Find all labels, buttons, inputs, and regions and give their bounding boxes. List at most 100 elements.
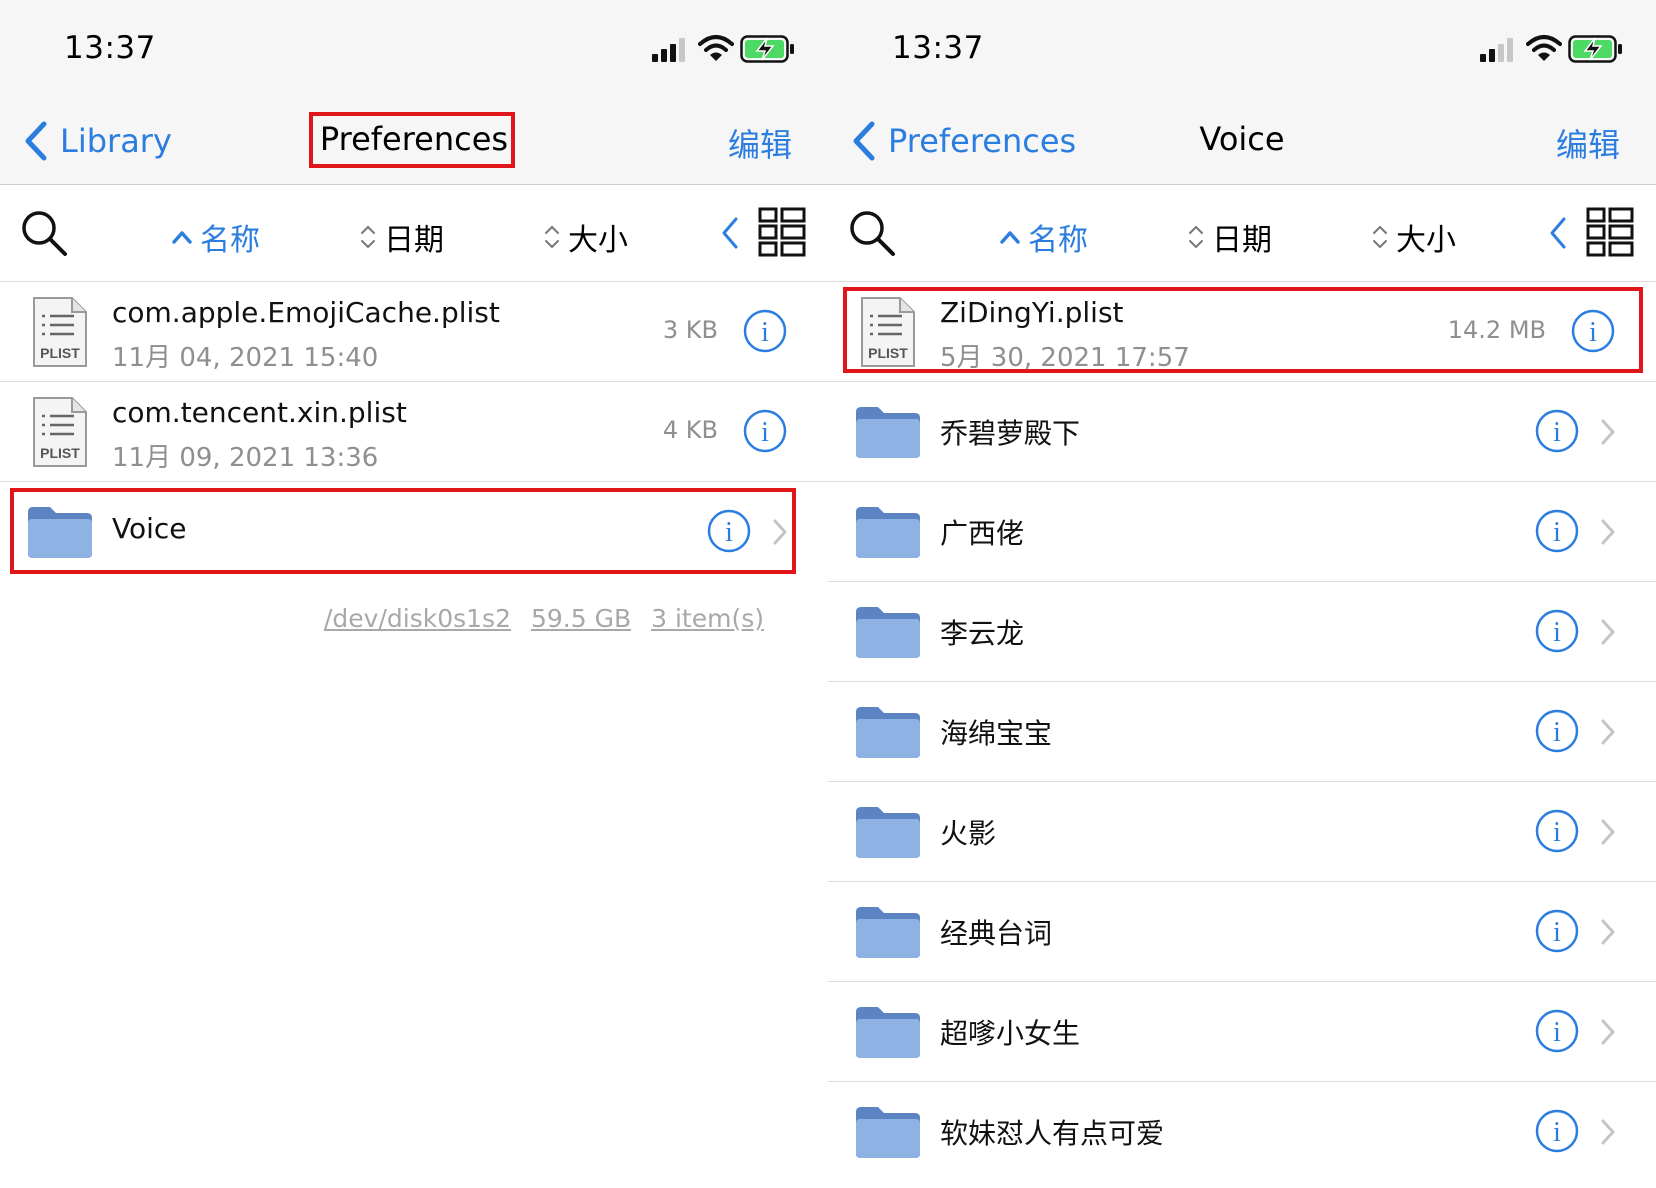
back-button[interactable]: Preferences [850,116,1076,166]
file-date: 5月 30, 2021 17:57 [940,343,1190,373]
search-icon[interactable] [848,209,896,257]
item-count-link[interactable]: 3 item(s) [651,604,764,633]
folder-icon [856,707,920,758]
navigation-bar: Preferences Voice 编辑 [828,98,1656,185]
info-icon[interactable]: i [1534,708,1580,754]
info-icon[interactable]: i [1534,508,1580,554]
list-item[interactable]: 经典台词 i [828,882,1656,982]
info-icon[interactable]: i [742,408,788,454]
folder-name: Voice [112,512,187,545]
plist-file-icon: PLIST [861,297,915,367]
capacity-link[interactable]: 59.5 GB [531,604,631,633]
file-size: 4 KB [662,416,718,444]
folder-name: 火影 [940,817,997,850]
back-button-label: Preferences [888,122,1077,160]
sort-ascending-icon [1000,231,1020,244]
sort-toggle-icon [361,225,375,249]
info-icon[interactable]: i [1534,608,1580,654]
file-size: 3 KB [662,316,718,344]
svg-text:i: i [1553,617,1561,648]
sort-size-label: 大小 [568,223,628,258]
sort-toolbar: 名称 日期 大小 [828,185,1656,282]
list-layout-icon[interactable] [758,207,806,257]
list-item[interactable]: 火影 i [828,782,1656,882]
edit-button[interactable]: 编辑 [728,120,792,166]
list-item[interactable]: Voice i [0,482,828,581]
info-icon[interactable]: i [1534,808,1580,854]
info-icon[interactable]: i [1534,408,1580,454]
folder-icon [856,607,920,658]
list-item[interactable]: 软妹怼人有点可爱 i [828,1082,1656,1181]
list-item[interactable]: 李云龙 i [828,582,1656,682]
chevron-left-icon [853,121,875,161]
sort-date-label: 日期 [384,223,444,258]
svg-text:i: i [1553,717,1561,748]
sort-toggle-icon [545,225,559,249]
info-icon[interactable]: i [1534,1008,1580,1054]
info-icon[interactable]: i [1570,308,1616,354]
battery-charging-icon [740,35,794,63]
chevron-left-icon[interactable] [720,215,740,251]
sort-toggle-icon [1373,225,1387,249]
list-item[interactable]: PLIST ZiDingYi.plist 5月 30, 2021 17:57 1… [828,282,1656,382]
folder-icon [28,507,92,558]
sort-date-label: 日期 [1212,223,1272,258]
status-time: 13:37 [892,30,984,66]
chevron-right-icon [1601,719,1615,745]
file-name: com.tencent.xin.plist [112,396,407,429]
info-icon[interactable]: i [706,508,752,554]
sort-name-label: 名称 [200,223,260,258]
info-icon[interactable]: i [1534,908,1580,954]
file-list: PLIST ZiDingYi.plist 5月 30, 2021 17:57 1… [828,282,1656,1181]
sort-by-name-button[interactable]: 名称 [172,215,260,259]
cellular-signal-icon [1480,38,1513,62]
navigation-bar: Library Preferences 编辑 [0,98,828,185]
svg-text:i: i [1553,1017,1561,1048]
info-icon[interactable]: i [742,308,788,354]
sort-size-label: 大小 [1396,223,1456,258]
sort-by-date-button[interactable]: 日期 [1188,215,1272,259]
folder-icon [856,907,920,958]
folder-name: 经典台词 [940,917,1053,950]
sort-by-size-button[interactable]: 大小 [1372,215,1456,259]
list-item[interactable]: PLIST com.tencent.xin.plist 11月 09, 2021… [0,382,828,482]
svg-text:i: i [725,517,733,548]
list-item[interactable]: 广西佬 i [828,482,1656,582]
chevron-left-icon [25,121,47,161]
list-item[interactable]: 超嗲小女生 i [828,982,1656,1082]
search-icon[interactable] [20,209,68,257]
folder-name: 广西佬 [940,517,1025,550]
folder-icon [856,1007,920,1058]
sort-by-name-button[interactable]: 名称 [1000,215,1088,259]
svg-text:i: i [1553,1117,1561,1148]
chevron-left-icon[interactable] [1548,215,1568,251]
list-item[interactable]: 海绵宝宝 i [828,682,1656,782]
edit-button[interactable]: 编辑 [1556,120,1620,166]
list-item[interactable]: PLIST com.apple.EmojiCache.plist 11月 04,… [0,282,828,382]
folder-icon [856,1107,920,1158]
back-button[interactable]: Library [22,116,172,166]
sort-name-label: 名称 [1028,223,1088,258]
file-list: PLIST com.apple.EmojiCache.plist 11月 04,… [0,282,828,581]
sort-toggle-icon [1189,225,1203,249]
svg-text:i: i [1589,317,1597,348]
chevron-right-icon [1601,419,1615,445]
battery-charging-icon [1568,35,1622,63]
chevron-right-icon [1601,519,1615,545]
chevron-right-icon [1601,1019,1615,1045]
info-icon[interactable]: i [1534,1108,1580,1154]
sort-by-date-button[interactable]: 日期 [360,215,444,259]
svg-text:PLIST: PLIST [868,345,908,361]
plist-file-icon: PLIST [33,297,87,367]
disk-link[interactable]: /dev/disk0s1s2 [324,604,511,633]
list-layout-icon[interactable] [1586,207,1634,257]
sort-by-size-button[interactable]: 大小 [544,215,628,259]
cellular-signal-icon [652,38,685,62]
folder-name: 李云龙 [940,617,1025,650]
right-screen: 13:37 Preferences Voice 编辑 名称 日期 大小 PLIS… [828,0,1656,1188]
list-item[interactable]: 乔碧萝殿下 i [828,382,1656,482]
chevron-right-icon [773,519,787,545]
file-date: 11月 04, 2021 15:40 [112,343,379,373]
folder-name: 软妹怼人有点可爱 [940,1117,1165,1150]
sort-ascending-icon [172,231,192,244]
